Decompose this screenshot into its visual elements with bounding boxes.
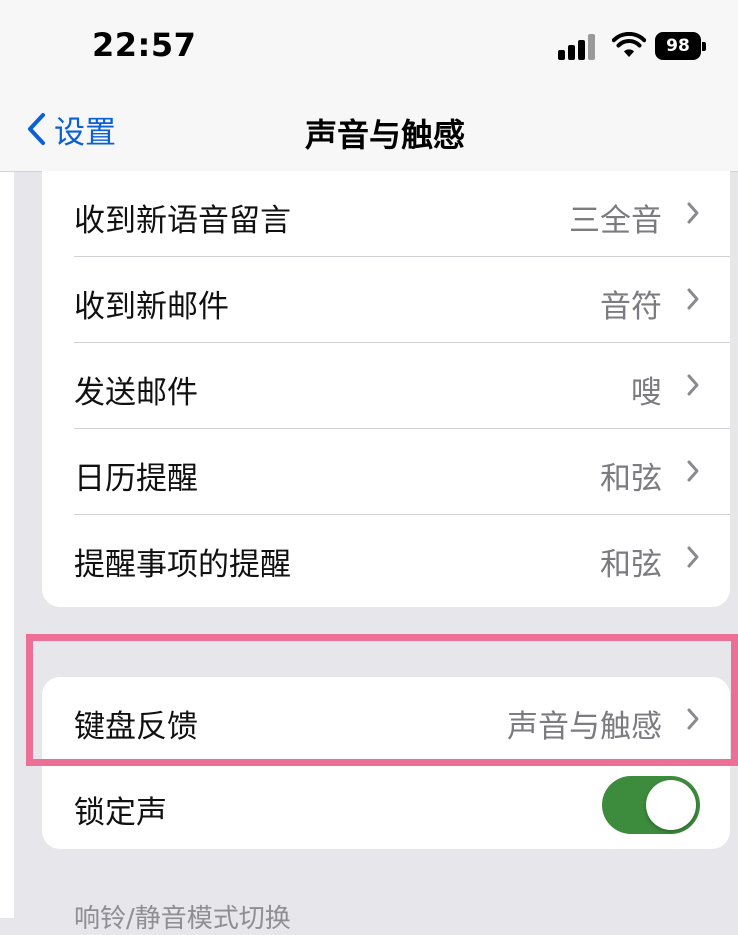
row-value: 音符 [600, 289, 662, 325]
row-new-voicemail[interactable]: 收到新语音留言 三全音 [42, 171, 730, 257]
row-label: 收到新邮件 [74, 289, 229, 325]
row-label: 发送邮件 [74, 375, 198, 411]
cellular-signal-icon [558, 34, 600, 60]
chevron-right-icon [687, 708, 699, 730]
battery-level: 98 [655, 32, 701, 60]
keyboard-lock-group: 键盘反馈 声音与触感 锁定声 [42, 677, 730, 849]
row-reminder-alerts[interactable]: 提醒事项的提醒 和弦 [42, 515, 730, 601]
row-label: 日历提醒 [74, 461, 198, 497]
row-value: 嗖 [631, 375, 662, 411]
row-label: 提醒事项的提醒 [74, 547, 291, 583]
row-new-mail[interactable]: 收到新邮件 音符 [42, 257, 730, 343]
lock-sound-label: 锁定声 [74, 795, 167, 831]
row-value: 三全音 [569, 203, 662, 239]
battery-icon: 98 [655, 32, 706, 60]
status-bar: 22:57 98 [0, 0, 738, 95]
wifi-icon [612, 32, 646, 57]
navigation-bar: 设置 声音与触感 [0, 95, 738, 172]
left-edge [0, 170, 14, 918]
row-value: 和弦 [600, 547, 662, 583]
row-value: 和弦 [600, 461, 662, 497]
page-title: 声音与触感 [304, 116, 465, 154]
row-divider [74, 762, 730, 763]
alert-sounds-group: 收到新语音留言 三全音 收到新邮件 音符 发送邮件 嗖 日历提醒 和弦 提醒事项… [42, 171, 730, 607]
row-label: 键盘反馈 [74, 709, 198, 745]
row-sent-mail[interactable]: 发送邮件 嗖 [42, 343, 730, 429]
chevron-right-icon [687, 460, 699, 482]
lock-sound-toggle[interactable] [602, 776, 700, 834]
row-value: 声音与触感 [507, 709, 662, 745]
row-calendar-alerts[interactable]: 日历提醒 和弦 [42, 429, 730, 515]
toggle-knob [646, 780, 696, 830]
chevron-right-icon [687, 288, 699, 310]
row-keyboard-feedback[interactable]: 键盘反馈 声音与触感 [42, 677, 730, 763]
section-header-ring-silent: 响铃/静音模式切换 [74, 904, 291, 934]
chevron-right-icon [687, 202, 699, 224]
row-label: 收到新语音留言 [74, 203, 291, 239]
chevron-right-icon [687, 546, 699, 568]
chevron-right-icon [687, 374, 699, 396]
status-time: 22:57 [92, 26, 197, 64]
